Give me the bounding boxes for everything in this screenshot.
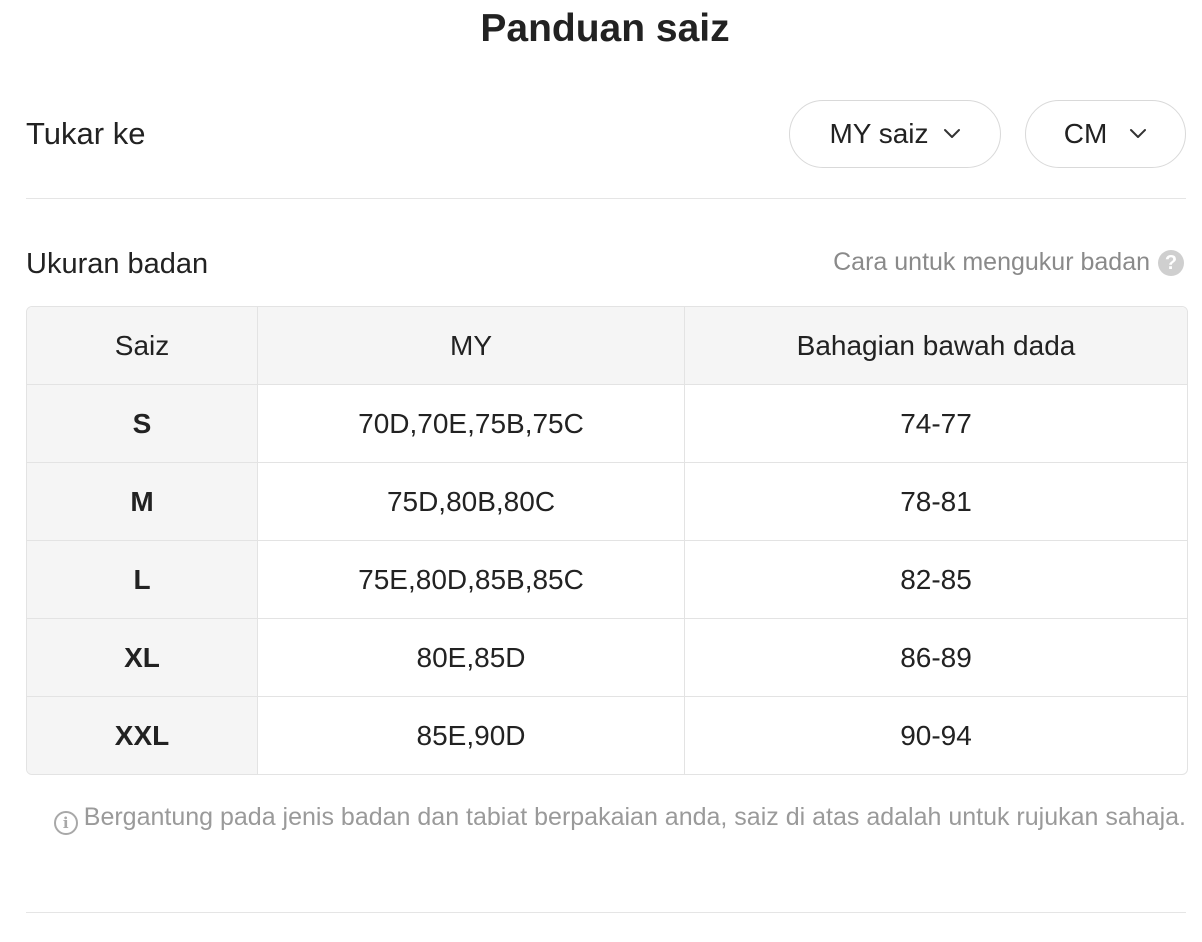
table-row: XXL 85E,90D 90-94 — [27, 696, 1187, 774]
cell-my: 85E,90D — [257, 696, 685, 774]
how-to-measure-label: Cara untuk mengukur badan — [833, 248, 1150, 276]
header-my: MY — [257, 307, 685, 385]
cell-size: XXL — [27, 696, 258, 774]
unit-switch-row: Tukar ke MY saiz CM — [26, 100, 1186, 168]
cell-size: M — [27, 462, 258, 541]
cell-size: XL — [27, 618, 258, 697]
cell-my: 70D,70E,75B,75C — [257, 384, 685, 463]
table-row: M 75D,80B,80C 78-81 — [27, 462, 1187, 541]
cell-underbust: 74-77 — [684, 384, 1187, 463]
divider — [26, 198, 1186, 199]
question-circle-icon: ? — [1158, 249, 1184, 276]
disclaimer-text: Bergantung pada jenis badan dan tabiat b… — [83, 803, 1186, 831]
header-size: Saiz — [27, 307, 258, 385]
size-system-value: MY saiz — [829, 118, 929, 149]
size-chart-table: Saiz MY Bahagian bawah dada S 70D,70E,75… — [26, 306, 1188, 775]
table-row: L 75E,80D,85B,85C 82-85 — [27, 540, 1187, 619]
cell-underbust: 86-89 — [684, 618, 1187, 697]
switch-label: Tukar ke — [26, 116, 146, 151]
cell-underbust: 90-94 — [900, 719, 972, 751]
size-system-dropdown[interactable]: MY saiz — [789, 100, 1001, 168]
cell-size: S — [27, 384, 258, 463]
info-icon: i — [53, 811, 78, 835]
how-to-measure-link[interactable]: Cara untuk mengukur badan ? — [833, 248, 1184, 277]
cell-my: 75E,80D,85B,85C — [257, 540, 685, 619]
disclaimer-note: i Bergantung pada jenis badan dan tabiat … — [52, 800, 1186, 835]
table-header-row: Saiz MY Bahagian bawah dada — [27, 307, 1187, 385]
cell-my: 80E,85D — [257, 618, 685, 697]
unit-value: CM — [1063, 118, 1108, 149]
table-row: XL 80E,85D 86-89 — [27, 618, 1187, 697]
cell-underbust: 82-85 — [684, 540, 1187, 619]
cell-my: 75D,80B,80C — [257, 462, 685, 541]
unit-dropdown[interactable]: CM — [1025, 100, 1186, 168]
cell-underbust: 78-81 — [684, 462, 1187, 541]
page-title: Panduan saiz — [480, 7, 730, 50]
divider — [26, 912, 1186, 913]
table-row: S 70D,70E,75B,75C 74-77 — [27, 384, 1187, 463]
cell-size: L — [27, 540, 258, 619]
header-underbust: Bahagian bawah dada — [684, 307, 1187, 385]
section-title: Ukuran badan — [26, 248, 209, 280]
chevron-down-icon — [943, 129, 960, 138]
chevron-down-icon — [1130, 129, 1147, 138]
